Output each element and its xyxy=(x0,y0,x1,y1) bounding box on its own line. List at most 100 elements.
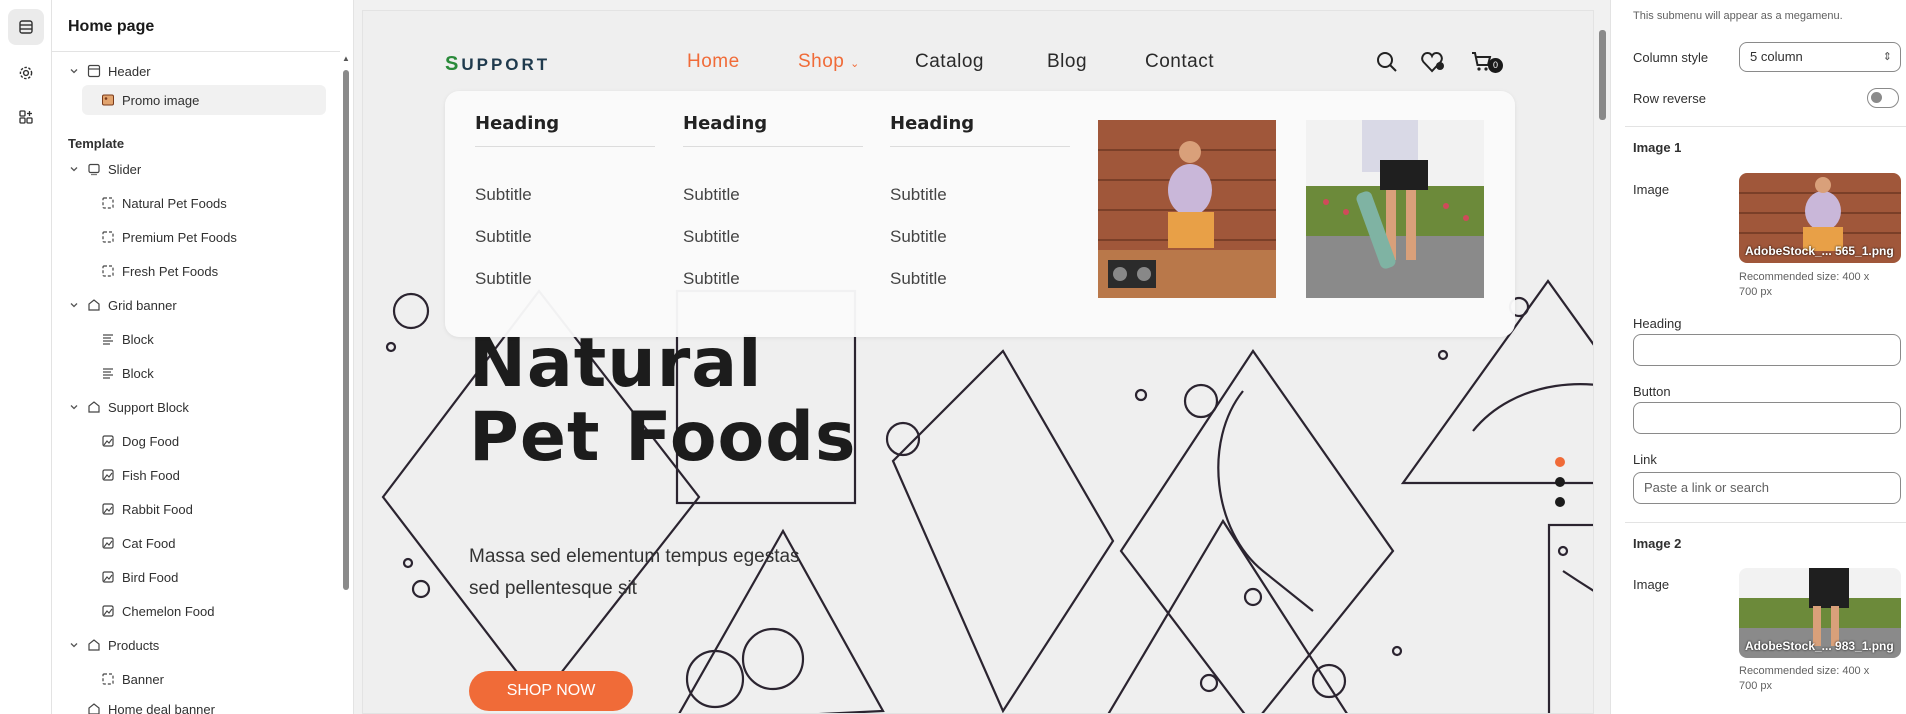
link-input[interactable]: Paste a link or search xyxy=(1633,472,1901,504)
divider xyxy=(890,146,1070,147)
tree-item-products[interactable]: Products xyxy=(52,630,340,660)
button-label: Button xyxy=(1633,384,1671,399)
slide-dot-active[interactable] xyxy=(1555,457,1565,467)
tree-item-support[interactable]: Cat Food xyxy=(52,528,340,558)
button-input[interactable] xyxy=(1633,402,1901,434)
sidebar-title: Home page xyxy=(68,18,155,35)
hero-title: Natural Pet Foods xyxy=(469,327,856,475)
tree-label: Support Block xyxy=(108,399,189,415)
tree-item-slide[interactable]: Fresh Pet Foods xyxy=(52,256,340,286)
megamenu-link[interactable]: Subtitle xyxy=(683,227,740,247)
column-style-select[interactable]: 5 column ⇕ xyxy=(1739,42,1901,72)
apps-icon[interactable] xyxy=(8,99,44,135)
header-icon xyxy=(86,63,102,79)
divider xyxy=(1625,126,1906,127)
text-block-icon xyxy=(100,365,116,381)
scrollbar-thumb[interactable] xyxy=(343,70,349,590)
toggle-knob xyxy=(1871,92,1882,103)
divider xyxy=(683,146,863,147)
chevron-down-icon[interactable] xyxy=(68,639,80,651)
tree-item-support[interactable]: Rabbit Food xyxy=(52,494,340,524)
tree-label: Fresh Pet Foods xyxy=(122,263,219,279)
hero-title-line-2: Pet Foods xyxy=(469,398,857,477)
tree-item-header[interactable]: Header xyxy=(52,56,340,86)
megamenu-heading[interactable]: Heading xyxy=(475,113,655,134)
tree-item-block[interactable]: Block xyxy=(52,324,340,354)
divider xyxy=(475,146,655,147)
preview-scrollbar[interactable] xyxy=(1596,10,1608,714)
gear-icon[interactable] xyxy=(8,55,44,91)
image-icon xyxy=(100,535,116,551)
image-icon xyxy=(100,467,116,483)
megamenu-link[interactable]: Subtitle xyxy=(475,227,532,247)
tree-item-support[interactable]: Bird Food xyxy=(52,562,340,592)
chevron-down-icon[interactable] xyxy=(68,401,80,413)
image2-picker[interactable]: AdobeStock_... 983_1.png xyxy=(1739,568,1901,658)
scrollbar-thumb[interactable] xyxy=(1599,30,1606,120)
nav-blog[interactable]: Blog xyxy=(1047,51,1087,73)
text-block-icon xyxy=(100,331,116,347)
megamenu-heading[interactable]: Heading xyxy=(683,113,863,134)
preview-frame: SUPPORT Home Shop ⌄ Catalog Blog Contact… xyxy=(362,10,1594,714)
tree-item-slider[interactable]: Slider xyxy=(52,154,340,184)
tree-item-block[interactable]: Block xyxy=(52,358,340,388)
divider xyxy=(1625,522,1906,523)
chevron-down-icon: ⌄ xyxy=(850,58,860,70)
tree-label: Cat Food xyxy=(122,535,176,551)
tree-item-support[interactable]: Fish Food xyxy=(52,460,340,490)
megamenu-link[interactable]: Subtitle xyxy=(683,185,740,205)
megamenu-panel: Heading Subtitle Subtitle Subtitle Headi… xyxy=(445,91,1515,337)
slide-dot[interactable] xyxy=(1555,497,1565,507)
heading-input[interactable] xyxy=(1633,334,1901,366)
tree-item-banner[interactable]: Banner xyxy=(52,664,340,694)
row-reverse-toggle[interactable] xyxy=(1867,88,1899,108)
nav-catalog[interactable]: Catalog xyxy=(915,51,984,73)
tree-label: Products xyxy=(108,637,160,653)
chevron-down-icon[interactable] xyxy=(68,299,80,311)
tree-item-promo-image[interactable]: Promo image xyxy=(52,85,340,115)
shop-now-button[interactable]: SHOP NOW xyxy=(469,671,633,711)
tree-item-slide[interactable]: Premium Pet Foods xyxy=(52,222,340,252)
wishlist-heart-icon[interactable] xyxy=(1421,51,1445,78)
slide-dot[interactable] xyxy=(1555,477,1565,487)
divider xyxy=(52,51,340,52)
megamenu-link[interactable]: Subtitle xyxy=(475,185,532,205)
scroll-up-icon[interactable]: ▲ xyxy=(342,54,350,63)
megamenu-link[interactable]: Subtitle xyxy=(683,269,740,289)
megamenu-column: Heading Subtitle Subtitle Subtitle xyxy=(475,113,655,288)
tree-label: Dog Food xyxy=(122,433,180,449)
megamenu-image-2[interactable] xyxy=(1306,120,1484,298)
cart-count-badge: 0 xyxy=(1488,58,1503,73)
sections-icon[interactable] xyxy=(8,9,44,45)
block-icon xyxy=(100,229,116,245)
chevron-down-icon[interactable] xyxy=(68,163,80,175)
chevron-down-icon[interactable] xyxy=(68,65,80,77)
tree-item-support[interactable]: Dog Food xyxy=(52,426,340,456)
nav-shop[interactable]: Shop ⌄ xyxy=(798,51,860,73)
store-logo[interactable]: SUPPORT xyxy=(445,53,550,76)
tree-label: Banner xyxy=(122,671,164,687)
tree-item-slide[interactable]: Natural Pet Foods xyxy=(52,188,340,218)
nav-home[interactable]: Home xyxy=(687,51,740,73)
megamenu-link[interactable]: Subtitle xyxy=(890,185,947,205)
megamenu-heading[interactable]: Heading xyxy=(890,113,1070,134)
tree-item-support[interactable]: Chemelon Food xyxy=(52,596,340,626)
select-arrows-icon: ⇕ xyxy=(1882,51,1892,63)
column-style-label: Column style xyxy=(1633,50,1709,65)
block-icon xyxy=(100,671,116,687)
theme-editor: Home page Header Promo image Template Sl… xyxy=(0,0,1906,714)
tree-item-grid-banner[interactable]: Grid banner xyxy=(52,290,340,320)
nav-contact[interactable]: Contact xyxy=(1145,51,1214,73)
megamenu-link[interactable]: Subtitle xyxy=(890,227,947,247)
tree-item-support-block[interactable]: Support Block xyxy=(52,392,340,422)
search-icon[interactable] xyxy=(1376,51,1398,78)
sidebar-scrollbar[interactable]: ▲ xyxy=(340,52,352,714)
megamenu-link[interactable]: Subtitle xyxy=(890,269,947,289)
megamenu-image-1[interactable] xyxy=(1098,120,1276,298)
tree-item-home-deal-banner[interactable]: Home deal banner xyxy=(52,694,340,714)
tree-label: Grid banner xyxy=(108,297,177,313)
tree-label: Promo image xyxy=(122,92,200,108)
block-icon xyxy=(100,263,116,279)
image1-picker[interactable]: AdobeStock_... 565_1.png xyxy=(1739,173,1901,263)
megamenu-link[interactable]: Subtitle xyxy=(475,269,532,289)
